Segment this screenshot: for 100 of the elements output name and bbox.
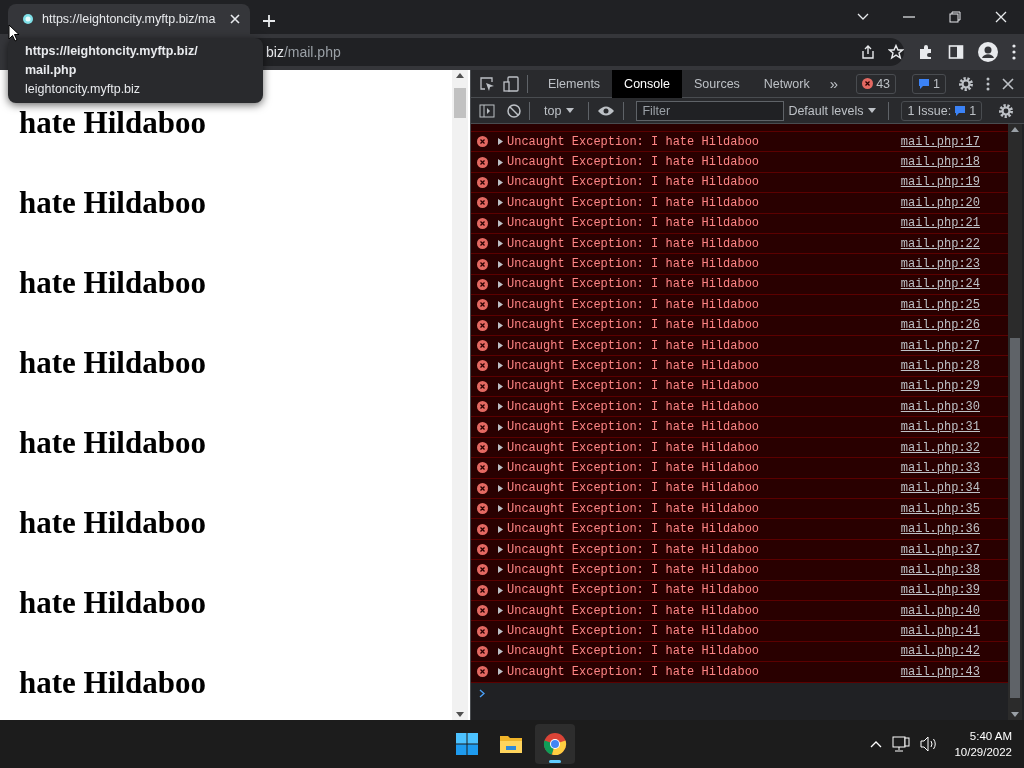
scrollbar-thumb[interactable] <box>1010 338 1020 698</box>
source-link[interactable]: mail.php:38 <box>900 562 980 577</box>
error-icon <box>477 442 488 454</box>
scroll-up-icon[interactable] <box>1011 127 1019 132</box>
source-link[interactable]: mail.php:43 <box>900 664 980 679</box>
expand-icon[interactable] <box>498 321 503 329</box>
devtools-tab[interactable]: Network <box>751 69 822 98</box>
side-panel-icon[interactable] <box>948 44 964 60</box>
expand-icon[interactable] <box>498 423 503 431</box>
source-link[interactable]: mail.php:18 <box>900 155 980 170</box>
chevron-up-icon[interactable] <box>870 740 883 748</box>
source-link[interactable]: mail.php:39 <box>900 583 980 598</box>
source-link[interactable]: mail.php:42 <box>900 644 980 659</box>
expand-icon[interactable] <box>498 403 503 411</box>
clock[interactable]: 5:40 AM 10/29/2022 <box>954 728 1012 760</box>
expand-icon[interactable] <box>498 199 503 207</box>
expand-icon[interactable] <box>498 484 503 492</box>
expand-icon[interactable] <box>498 301 503 309</box>
context-dropdown[interactable]: top <box>538 103 581 118</box>
expand-icon[interactable] <box>498 158 503 166</box>
devtools-tab[interactable]: Console <box>612 69 682 98</box>
caret-icon <box>868 108 877 113</box>
message-count-badge[interactable]: 1 <box>912 73 946 94</box>
expand-icon[interactable] <box>498 280 503 288</box>
more-tabs-button[interactable]: » <box>821 75 847 92</box>
console-message: Uncaught Exception: I hate Hildaboo <box>507 522 760 537</box>
browser-tab[interactable]: https://leightoncity.myftp.biz/ma <box>8 4 250 34</box>
expand-icon[interactable] <box>498 178 503 186</box>
expand-icon[interactable] <box>498 586 503 594</box>
source-link[interactable]: mail.php:32 <box>900 440 980 455</box>
new-tab-icon[interactable] <box>262 14 276 28</box>
source-link[interactable]: mail.php:30 <box>900 399 980 414</box>
source-link[interactable]: mail.php:27 <box>900 338 980 353</box>
expand-icon[interactable] <box>498 647 503 655</box>
star-icon[interactable] <box>888 44 904 60</box>
profile-icon[interactable] <box>978 42 998 62</box>
source-link[interactable]: mail.php:17 <box>900 134 980 149</box>
menu-icon[interactable] <box>986 76 990 91</box>
source-link[interactable]: mail.php:33 <box>900 460 980 475</box>
expand-icon[interactable] <box>498 362 503 370</box>
source-link[interactable]: mail.php:22 <box>900 236 980 251</box>
expand-icon[interactable] <box>498 444 503 452</box>
expand-icon[interactable] <box>498 607 503 615</box>
devtools-tab[interactable]: Elements <box>536 69 613 98</box>
chevron-down-icon[interactable] <box>857 13 869 21</box>
filter-field[interactable]: Filter <box>636 100 785 121</box>
source-link[interactable]: mail.php:24 <box>900 277 980 292</box>
error-count-badge[interactable]: 43 <box>856 73 897 94</box>
network-icon[interactable] <box>892 736 911 752</box>
expand-icon[interactable] <box>498 668 503 676</box>
sidebar-icon[interactable] <box>479 103 495 118</box>
source-link[interactable]: mail.php:21 <box>900 216 980 231</box>
source-link[interactable]: mail.php:19 <box>900 175 980 190</box>
clear-icon[interactable] <box>507 103 521 118</box>
source-link[interactable]: mail.php:25 <box>900 297 980 312</box>
menu-icon[interactable] <box>1012 44 1016 60</box>
source-link[interactable]: mail.php:37 <box>900 542 980 557</box>
expand-icon[interactable] <box>498 382 503 390</box>
expand-icon[interactable] <box>498 138 503 146</box>
expand-icon[interactable] <box>498 525 503 533</box>
expand-icon[interactable] <box>498 464 503 472</box>
source-link[interactable]: mail.php:31 <box>900 420 980 435</box>
expand-icon[interactable] <box>498 546 503 553</box>
expand-icon[interactable] <box>498 219 503 227</box>
volume-icon[interactable] <box>920 736 939 752</box>
source-link[interactable]: mail.php:20 <box>900 195 980 210</box>
source-link[interactable]: mail.php:23 <box>900 257 980 272</box>
expand-icon[interactable] <box>498 505 503 513</box>
device-icon[interactable] <box>503 75 519 92</box>
settings-icon[interactable] <box>998 102 1014 119</box>
share-icon[interactable] <box>860 44 876 60</box>
scrollbar[interactable] <box>452 70 468 720</box>
source-link[interactable]: mail.php:28 <box>900 359 980 373</box>
restore-icon[interactable] <box>949 11 961 23</box>
source-link[interactable]: mail.php:26 <box>900 318 980 333</box>
levels-dropdown[interactable]: Default levels <box>784 103 881 118</box>
source-link[interactable]: mail.php:41 <box>900 624 980 639</box>
source-link[interactable]: mail.php:40 <box>900 603 980 618</box>
expand-icon[interactable] <box>498 566 503 574</box>
settings-icon[interactable] <box>958 75 974 92</box>
eye-icon[interactable] <box>597 104 616 117</box>
scroll-down-icon[interactable] <box>1011 712 1019 717</box>
scroll-up-icon[interactable] <box>456 73 464 78</box>
scrollbar[interactable] <box>1008 124 1022 720</box>
expand-icon[interactable] <box>498 240 503 248</box>
source-link[interactable]: mail.php:34 <box>900 481 980 496</box>
source-link[interactable]: mail.php:36 <box>900 522 980 537</box>
inspect-icon[interactable] <box>479 75 495 92</box>
close-icon[interactable] <box>1002 77 1014 90</box>
expand-icon[interactable] <box>498 627 503 635</box>
source-link[interactable]: mail.php:35 <box>900 501 980 516</box>
expand-icon[interactable] <box>498 260 503 268</box>
devtools-tab[interactable]: Sources <box>682 69 752 98</box>
puzzle-icon[interactable] <box>918 44 934 60</box>
taskbar-app-button[interactable] <box>535 724 575 764</box>
issues-button[interactable]: 1 Issue: 1 <box>901 100 983 121</box>
scroll-down-icon[interactable] <box>456 712 464 717</box>
source-link[interactable]: mail.php:29 <box>900 379 980 394</box>
expand-icon[interactable] <box>498 342 503 350</box>
scrollbar-thumb[interactable] <box>454 88 466 118</box>
